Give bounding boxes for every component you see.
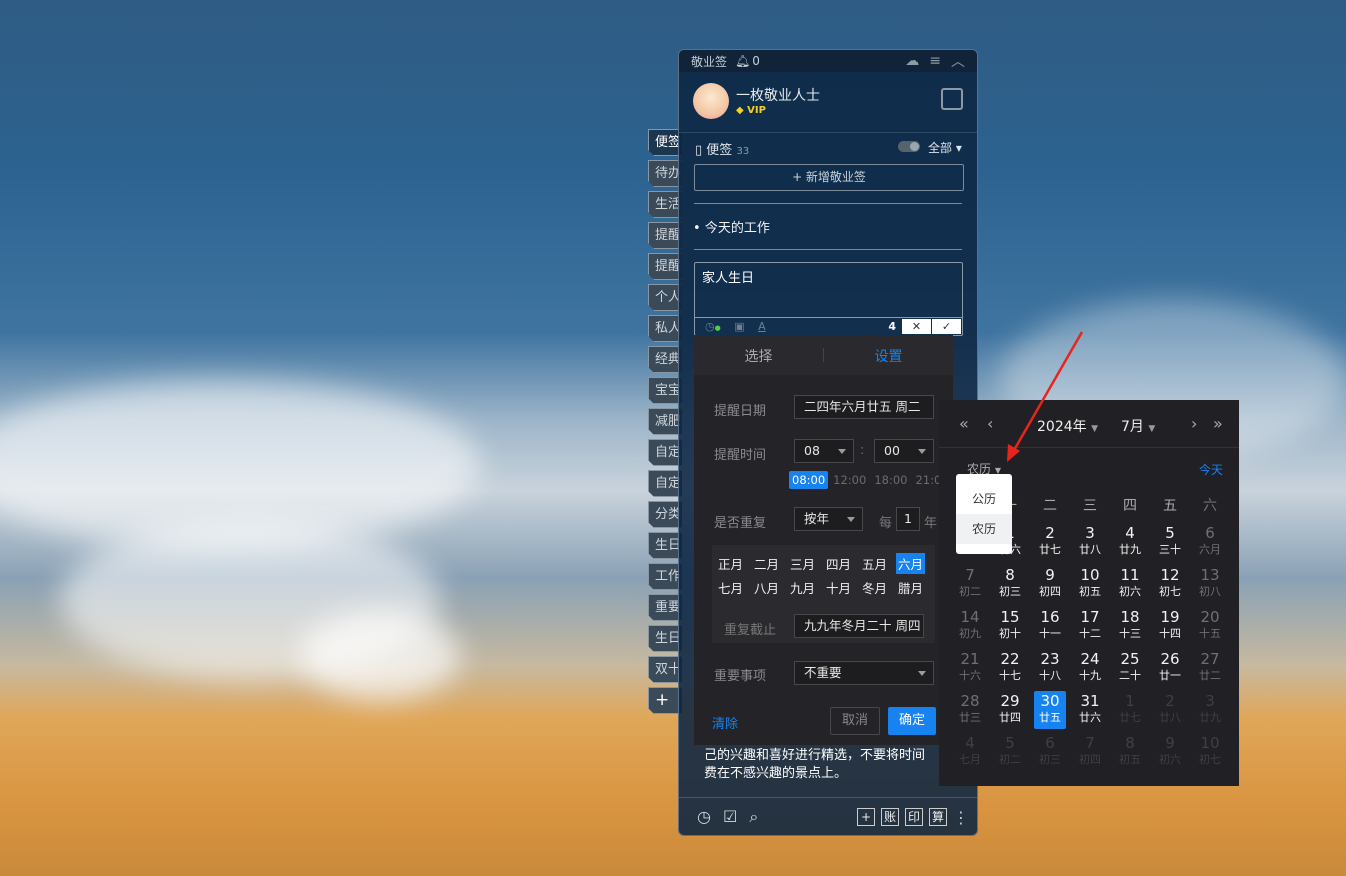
annotation-arrow (1007, 331, 1084, 462)
